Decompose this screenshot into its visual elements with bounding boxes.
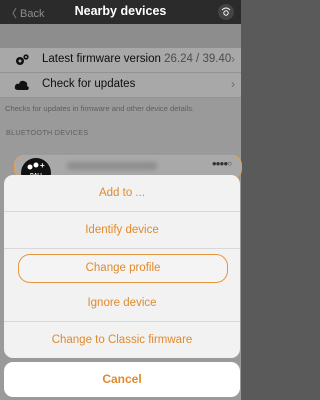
check-updates-label: Check for updates <box>42 78 136 90</box>
firmware-value: 26.24 / 39.40 <box>164 53 232 65</box>
section-header: BLUETOOTH DEVICES <box>6 128 89 137</box>
nav-bar: 〈 Back Nearby devices <box>0 0 241 24</box>
identify-device-button[interactable]: Identify device <box>4 212 240 249</box>
chevron-right-icon: › <box>231 77 235 91</box>
cloud-icon <box>14 80 29 90</box>
device-name-redacted <box>67 162 157 170</box>
firmware-label: Latest firmware version 26.24 / 39.40 <box>42 53 231 65</box>
update-hint: Checks for updates in firmware and other… <box>0 98 241 120</box>
gear-icon <box>16 54 29 65</box>
firmware-label-text: Latest firmware version <box>42 53 161 65</box>
change-classic-firmware-button[interactable]: Change to Classic firmware <box>4 322 240 358</box>
signal-strength-icon: ●●●●○ <box>211 159 232 168</box>
firmware-row[interactable]: Latest firmware version 26.24 / 39.40 › <box>0 48 241 73</box>
check-updates-row[interactable]: Check for updates › <box>0 73 241 98</box>
chevron-right-icon: › <box>231 52 235 66</box>
change-profile-button[interactable]: Change profile <box>18 254 228 283</box>
cancel-button[interactable]: Cancel <box>4 362 240 397</box>
svg-text:+: + <box>40 161 45 170</box>
dali-logo-icon: + <box>27 161 45 170</box>
page-title: Nearby devices <box>74 4 167 18</box>
device-wave-icon[interactable] <box>217 3 235 21</box>
ignore-device-button[interactable]: Ignore device <box>4 285 240 322</box>
add-to-button[interactable]: Add to ... <box>4 175 240 212</box>
spacer <box>0 24 241 48</box>
action-sheet: Add to ... Identify device Change profil… <box>4 175 240 358</box>
